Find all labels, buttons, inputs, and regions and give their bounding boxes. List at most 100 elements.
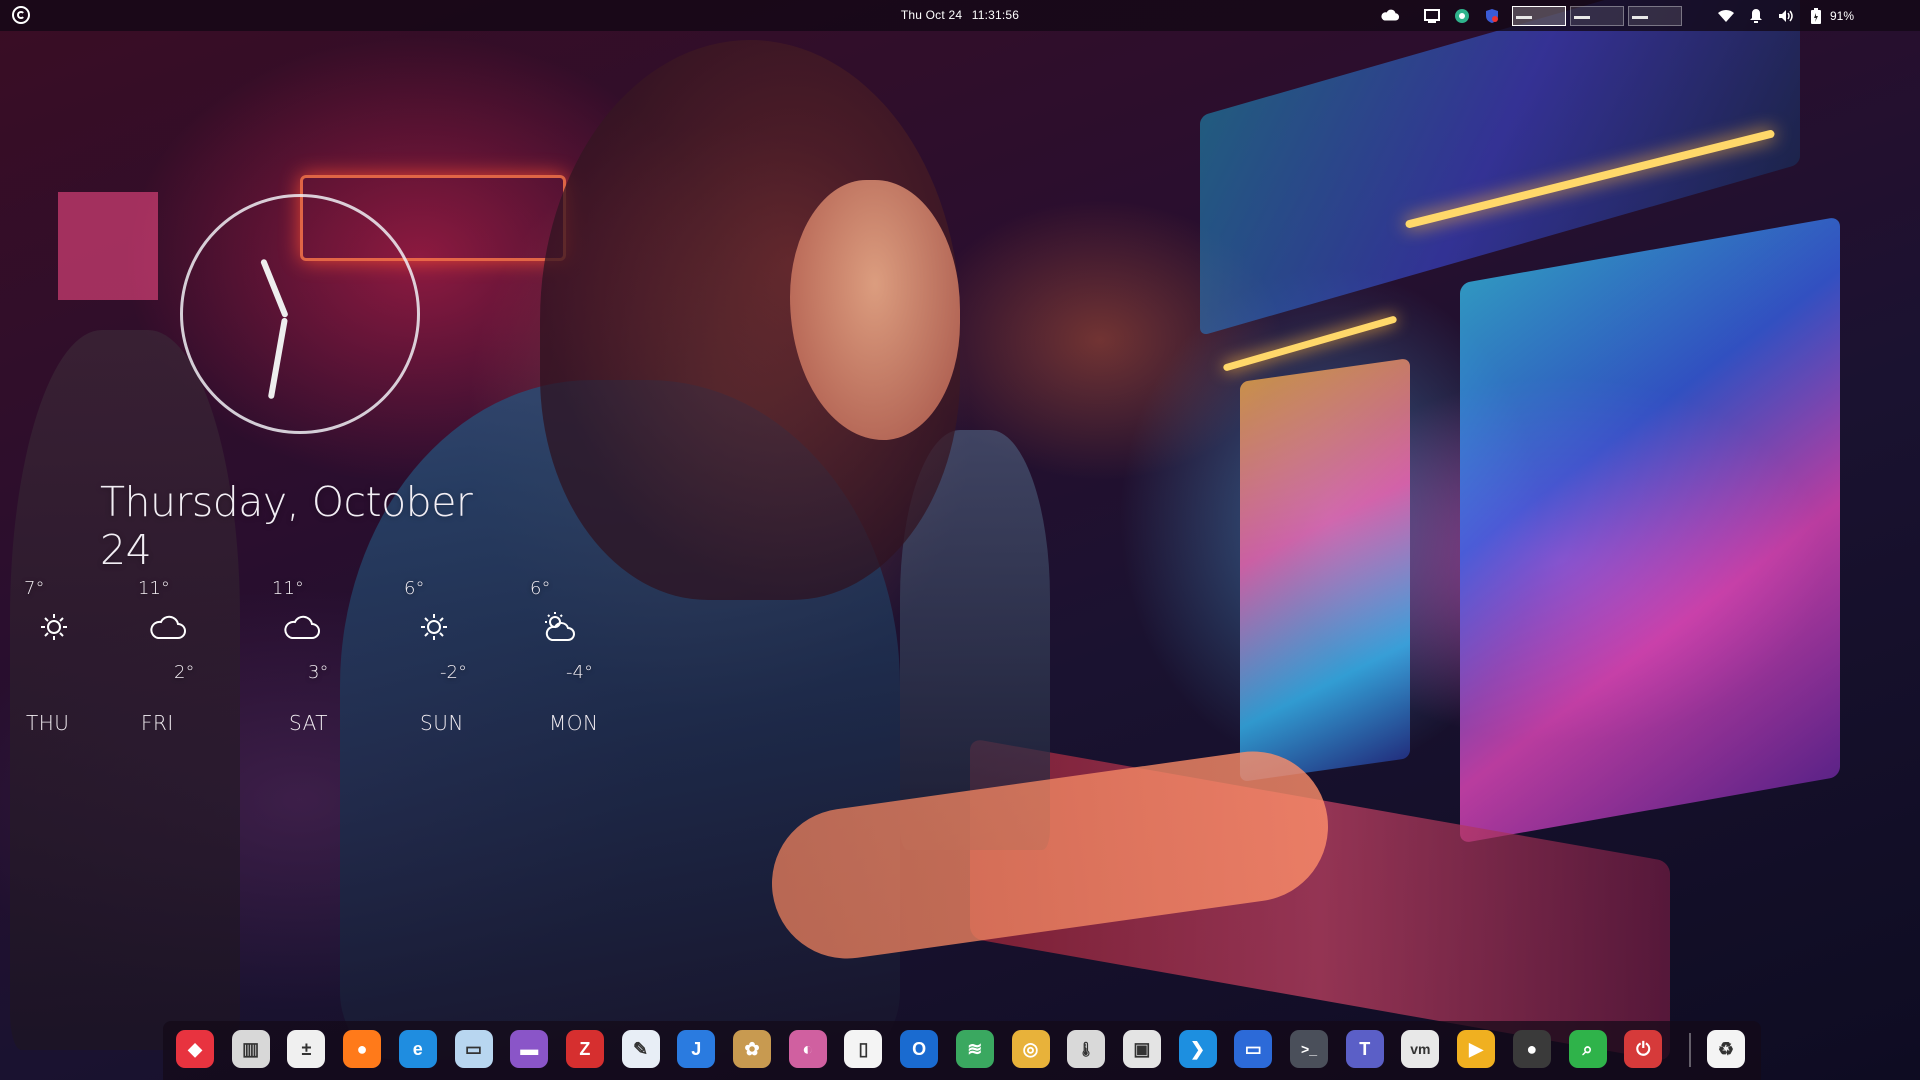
thermometer-icon[interactable]: 🌡 [1067, 1030, 1106, 1068]
cloud-icon [282, 610, 322, 644]
sun-icon [34, 610, 74, 644]
outlook-icon[interactable]: O [900, 1030, 939, 1068]
forecast-low-temp: -2° [440, 662, 467, 683]
widget-date: Thursday, October 24 [100, 478, 473, 574]
notification-bell-icon[interactable] [1746, 6, 1766, 26]
vmware-icon[interactable]: vm [1401, 1030, 1440, 1068]
firefox-icon[interactable]: ● [343, 1030, 382, 1068]
memory-monitor-graph[interactable] [1570, 5, 1624, 26]
files-folder-glyph: ▬ [520, 1038, 539, 1059]
filezilla-icon[interactable]: Z [565, 1030, 604, 1068]
wallpaper-arcade-top [1200, 0, 1800, 337]
app-launcher-glyph: ◆ [188, 1038, 202, 1059]
forecast-high-temp: 11° [272, 578, 304, 599]
files-folder-icon[interactable]: ▬ [510, 1030, 549, 1068]
media-player-glyph: ▶ [1469, 1038, 1484, 1059]
power-timer-icon[interactable]: ⏻ [1624, 1030, 1663, 1068]
system-settings-icon[interactable]: ● [1512, 1030, 1551, 1068]
window-icon[interactable] [1422, 6, 1442, 26]
teams-status-icon[interactable] [1452, 6, 1472, 26]
terminal-icon[interactable]: >_ [1290, 1030, 1328, 1068]
search-tool-icon[interactable]: ⌕ [1568, 1030, 1607, 1068]
thermometer-glyph: 🌡 [1077, 1040, 1096, 1057]
vmware-glyph: vm [1410, 1041, 1431, 1057]
forecast-day-name: SAT [289, 711, 328, 735]
calculator-glyph: ± [301, 1038, 312, 1059]
layers-stack-icon[interactable]: ≋ [955, 1030, 994, 1068]
sun-icon [414, 610, 454, 644]
forecast-day-name: SUN [420, 711, 464, 735]
wallpaper-person [900, 430, 1050, 850]
window-app-glyph: ▭ [464, 1038, 482, 1059]
edge-browser-glyph: e [412, 1038, 423, 1059]
teams-icon[interactable]: T [1345, 1030, 1384, 1068]
window-app-icon[interactable]: ▭ [454, 1030, 493, 1068]
dock-separator [1689, 1033, 1691, 1067]
document-glyph: ▯ [858, 1038, 869, 1059]
panel-clock-date: Thu Oct 24 [900, 8, 963, 22]
vscode-icon[interactable]: ❯ [1178, 1030, 1217, 1068]
wallpaper-girl-face [790, 180, 960, 440]
battery-icon[interactable] [1806, 6, 1826, 26]
forecast-day-name: MON [549, 711, 599, 735]
cloud-icon [148, 610, 188, 644]
panel-clock-time: 11:31:56 [971, 8, 1020, 22]
teams-glyph: T [1359, 1038, 1371, 1059]
weather-cloud-icon[interactable] [1380, 6, 1400, 26]
virtual-machine-glyph: ▭ [1244, 1038, 1262, 1059]
color-picker-icon[interactable]: ◐ [788, 1030, 827, 1068]
wallpaper-girl-hair [540, 40, 960, 600]
remote-desktop-icon[interactable]: ▣ [1122, 1030, 1161, 1068]
forecast-high-temp: 6° [404, 578, 425, 599]
vscode-glyph: ❯ [1190, 1038, 1206, 1059]
media-player-icon[interactable]: ▶ [1457, 1030, 1496, 1068]
wallpaper-arcade-screen [1460, 216, 1840, 844]
search-tool-glyph: ⌕ [1582, 1038, 1593, 1059]
remote-desktop-glyph: ▣ [1133, 1038, 1151, 1059]
shield-tray-icon[interactable] [1482, 6, 1502, 26]
archive-manager-glyph: ▥ [242, 1038, 260, 1059]
wallpaper-arcade-console [970, 738, 1670, 1062]
terminal-glyph: >_ [1301, 1041, 1317, 1057]
partly-cloudy-icon [540, 610, 580, 644]
forecast-day-name: FRI [141, 711, 174, 735]
jdownloader-glyph: J [691, 1038, 702, 1059]
color-picker-glyph: ◐ [802, 1038, 814, 1059]
forecast-low-temp: -4° [566, 662, 593, 683]
archive-manager-icon[interactable]: ▥ [231, 1030, 270, 1068]
document-icon[interactable]: ▯ [844, 1030, 883, 1068]
edge-browser-icon[interactable]: e [398, 1030, 437, 1068]
calculator-icon[interactable]: ± [287, 1030, 326, 1068]
network-monitor-graph[interactable] [1628, 5, 1682, 26]
forecast-high-temp: 6° [530, 578, 551, 599]
app-launcher-icon[interactable]: ◆ [176, 1030, 214, 1068]
audio-player-glyph: ◎ [1022, 1038, 1039, 1059]
dock: ◆ ▥ ± ● e ▭ ▬ Z ✎ J ✿ ◐ ▯ O ≋ ◎ 🌡 ▣ ❯ ▭ >_ Tvm ▶ ● ⌕ ⏻ ♻ [163, 1021, 1761, 1080]
layers-stack-glyph: ≋ [967, 1038, 983, 1059]
outlook-glyph: O [912, 1038, 927, 1059]
virtual-machine-icon[interactable]: ▭ [1234, 1030, 1273, 1068]
wallpaper-neon-light [1222, 315, 1398, 372]
wallpaper-arcade-screen-small [1240, 358, 1410, 782]
power-timer-glyph: ⏻ [1636, 1038, 1651, 1059]
jdownloader-icon[interactable]: J [677, 1030, 716, 1068]
wallpaper-neon-light [1404, 129, 1776, 229]
trash-icon[interactable]: ♻ [1707, 1030, 1745, 1068]
paint-palette-glyph: ✿ [744, 1038, 760, 1059]
volume-icon[interactable] [1776, 6, 1796, 26]
battery-percentage: 91% [1830, 8, 1855, 23]
paint-palette-icon[interactable]: ✿ [733, 1030, 771, 1068]
audio-player-icon[interactable]: ◎ [1011, 1030, 1050, 1068]
analog-clock-face [180, 194, 420, 434]
filezilla-glyph: Z [579, 1038, 591, 1059]
forecast-high-temp: 7° [24, 578, 45, 599]
cpu-monitor-graph[interactable] [1512, 5, 1566, 26]
forecast-low-temp: 3° [308, 662, 329, 683]
text-editor-icon[interactable]: ✎ [621, 1030, 660, 1068]
wallpaper-girl-arm [762, 741, 1338, 969]
forecast-low-temp: 2° [174, 662, 195, 683]
wifi-icon[interactable] [1716, 6, 1736, 26]
forecast-day-name: THU [26, 711, 70, 735]
text-editor-glyph: ✎ [633, 1038, 649, 1059]
system-settings-glyph: ● [1526, 1038, 1538, 1059]
